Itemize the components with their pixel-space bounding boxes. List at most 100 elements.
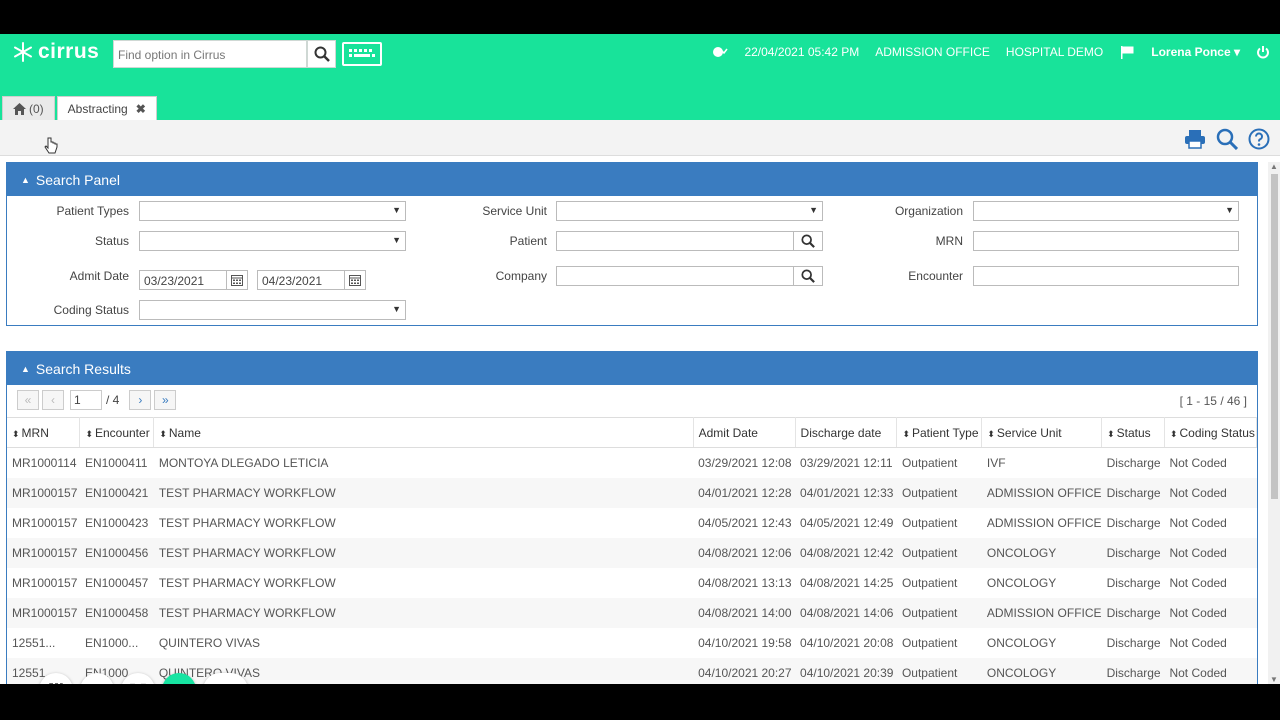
column-header-coding-status[interactable]: ⬍ Coding Status (1164, 417, 1257, 448)
table-row[interactable]: MR1000157 EN1000457 TEST PHARMACY WORKFLOW… (7, 568, 1257, 598)
table-cell: EN1000411 (84, 455, 148, 470)
table-row[interactable]: 12551... EN1000... QUINTERO VIVAS 04/10/202… (7, 628, 1257, 658)
tab-home[interactable]: (0) (2, 96, 55, 120)
patient-lookup-button[interactable] (793, 231, 823, 251)
table-cell: TEST PHARMACY WORKFLOW (158, 515, 336, 530)
search-panel-header[interactable]: ▲ Search Panel (7, 163, 1257, 196)
table-cell: Outpatient (901, 635, 958, 650)
table-cell: 04/10/2021 20:27 (693, 657, 796, 684)
scrollbar-thumb[interactable] (1271, 174, 1278, 499)
column-header-name[interactable]: ⬍ Name (153, 417, 694, 448)
admit-date-from-input[interactable]: 03/23/2021 (139, 270, 227, 290)
cancel-recording-button[interactable]: ✕ (80, 673, 114, 684)
page-scrollbar[interactable]: ▲ ▼ (1268, 162, 1280, 684)
user-menu[interactable]: Lorena Ponce ▾ (1151, 45, 1240, 59)
help-button[interactable] (1246, 126, 1272, 152)
help-icon (1248, 128, 1270, 150)
table-cell: Outpatient (896, 657, 982, 684)
table-cell: 04/08/2021 14:06 (795, 597, 897, 628)
power-icon[interactable] (1256, 45, 1270, 59)
company-label: Company (495, 269, 547, 283)
table-cell: Not Coded (1164, 597, 1257, 628)
table-cell: MR1000157 (12, 575, 78, 590)
table-cell: Not Coded (1164, 477, 1257, 508)
column-header-status[interactable]: ⬍ Status (1101, 417, 1165, 448)
service-unit-select[interactable]: ▼ (556, 201, 823, 221)
table-cell: 04/01/2021 12:28 (693, 477, 796, 508)
global-search-button[interactable] (307, 40, 336, 68)
table-cell: ADMISSION OFFICE (986, 515, 1102, 530)
table-row[interactable]: MR1000157 EN1000458 TEST PHARMACY WORKFLOW… (7, 597, 1257, 628)
admit-date-to-input[interactable]: 04/23/2021 (257, 270, 345, 290)
search-results-header[interactable]: ▲ Search Results (7, 352, 1257, 385)
close-icon[interactable]: ✖ (136, 102, 146, 116)
cirrus-logo[interactable]: cirrus (12, 40, 99, 64)
table-cell: Not Coded (1169, 635, 1227, 650)
home-icon (13, 102, 26, 115)
table-cell: Discharge (1106, 635, 1161, 650)
company-lookup-button[interactable] (793, 266, 823, 286)
table-cell: Discharge (1106, 455, 1161, 470)
next-page-button[interactable]: › (129, 390, 152, 410)
column-header-service-unit[interactable]: ⬍ Service Unit (981, 417, 1103, 448)
calendar-icon (231, 275, 243, 286)
table-cell: ONCOLOGY (981, 657, 1102, 684)
patient-label: Patient (509, 234, 547, 248)
service-unit-label: Service Unit (482, 204, 547, 218)
column-header-discharge-date[interactable]: Discharge date (795, 417, 898, 448)
first-page-button[interactable]: « (17, 390, 39, 410)
company-input[interactable] (556, 266, 794, 286)
sort-icon: ⬍ (12, 428, 20, 439)
encounter-label: Encounter (908, 269, 963, 283)
search-toggle-button[interactable] (1214, 126, 1240, 152)
table-cell: MR1000157 (7, 597, 80, 628)
column-header-mrn[interactable]: ⬍ MRN (7, 417, 81, 448)
pause-button[interactable]: ❚❚ (121, 673, 155, 684)
page-number-input[interactable]: 1 (70, 390, 102, 410)
finish-recording-button[interactable]: ✓ (162, 673, 196, 684)
keyboard-button[interactable] (342, 42, 382, 66)
prev-page-button[interactable]: ‹ (42, 390, 64, 410)
app-name: cirrus (38, 40, 100, 63)
encounter-input[interactable] (973, 266, 1239, 286)
collapse-caret-icon: ▲ (21, 174, 30, 185)
table-row[interactable]: MR1000157 EN1000456 TEST PHARMACY WORKFLOW… (7, 537, 1257, 568)
recording-timer: 5:00 (203, 673, 249, 684)
patient-types-select[interactable]: ▼ (139, 201, 406, 221)
last-page-button[interactable]: » (154, 390, 177, 410)
coding-status-select[interactable]: ▼ (139, 300, 406, 320)
sort-icon: ⬍ (159, 428, 167, 439)
scroll-down-icon[interactable]: ▼ (1270, 675, 1278, 684)
globe-check-icon[interactable] (712, 45, 729, 59)
page-toolbar (0, 120, 1280, 156)
column-header-encounter[interactable]: ⬍ Encounter (79, 417, 155, 448)
more-button[interactable]: ⋯ (6, 673, 32, 685)
patient-input[interactable] (556, 231, 794, 251)
print-button[interactable] (1182, 126, 1208, 152)
admit-date-from-picker[interactable] (226, 270, 248, 290)
global-search-input[interactable]: Find option in Cirrus (113, 40, 307, 68)
mrn-input[interactable] (973, 231, 1239, 251)
table-cell: IVF (986, 455, 1006, 470)
admit-date-to-picker[interactable] (344, 270, 366, 290)
column-header-admit-date[interactable]: Admit Date (693, 417, 796, 448)
header-hospital[interactable]: HOSPITAL DEMO (1006, 45, 1103, 59)
tab-abstracting[interactable]: Abstracting ✖ (56, 96, 157, 120)
table-row[interactable]: MR1000157 EN1000421 TEST PHARMACY WORKFLOW… (7, 477, 1257, 508)
table-cell: MR1000157 (12, 515, 78, 530)
crop-button[interactable] (39, 673, 73, 684)
status-select[interactable]: ▼ (139, 231, 406, 251)
table-row[interactable]: MR1000114 EN1000411 MONTOYA DLEGADO LETICI… (7, 448, 1257, 478)
scroll-up-icon[interactable]: ▲ (1270, 162, 1278, 171)
chevron-down-icon: ▼ (392, 304, 401, 314)
organization-select[interactable]: ▼ (973, 201, 1239, 221)
table-row[interactable]: MR1000157 EN1000423 TEST PHARMACY WORKFLOW… (7, 508, 1257, 538)
search-panel: ▲ Search Panel Patient Types ▼ Status ▼ … (6, 162, 1258, 326)
column-header-patient-type[interactable]: ⬍ Patient Type (896, 417, 983, 448)
table-cell: EN1000... (84, 635, 139, 650)
table-cell: MR1000157 (7, 537, 80, 568)
admit-date-label: Admit Date (69, 269, 129, 283)
flag-icon[interactable] (1119, 45, 1135, 59)
header-department[interactable]: ADMISSION OFFICE (875, 45, 990, 59)
toolbar-actions (1176, 126, 1272, 152)
